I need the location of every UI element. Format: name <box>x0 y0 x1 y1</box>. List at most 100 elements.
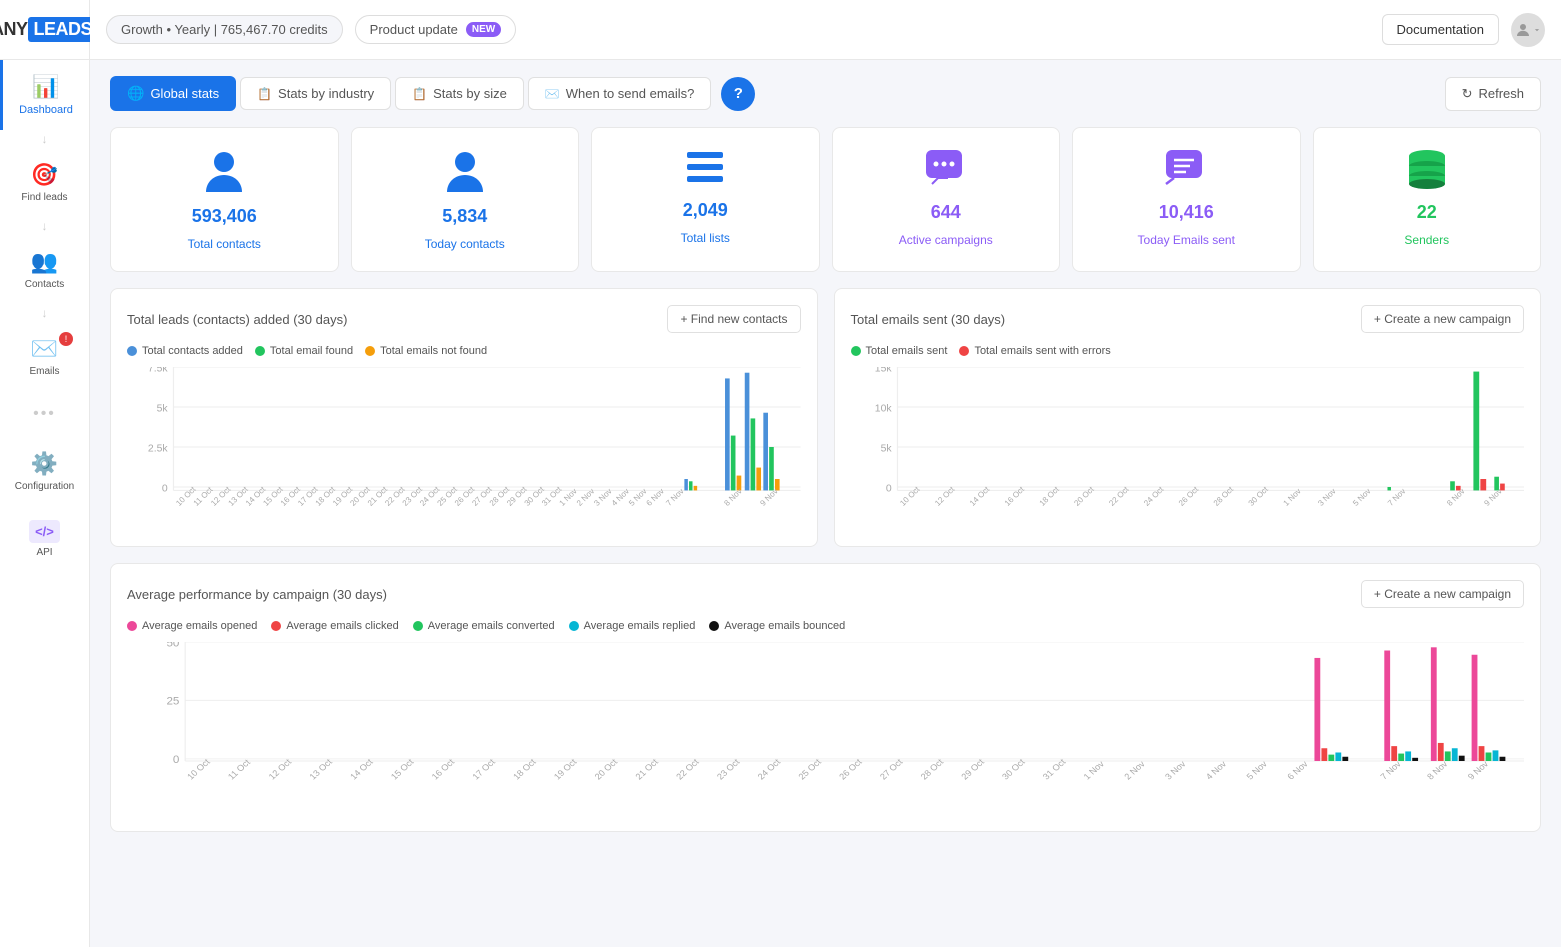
svg-text:1 Nov: 1 Nov <box>1082 759 1107 782</box>
svg-text:14 Oct: 14 Oct <box>348 757 375 782</box>
stat-label: Today contacts <box>425 237 505 251</box>
stat-card-today-emails: 10,416 Today Emails sent <box>1072 127 1301 272</box>
stat-label: Senders <box>1404 233 1449 247</box>
svg-text:24 Oct: 24 Oct <box>1142 484 1166 507</box>
svg-text:22 Oct: 22 Oct <box>674 757 701 782</box>
svg-text:4 Nov: 4 Nov <box>1204 759 1229 782</box>
legend-avg-replied: Average emails replied <box>569 620 696 632</box>
svg-text:20 Oct: 20 Oct <box>1072 484 1096 507</box>
chart-svg-3: 50 25 0 <box>127 642 1524 812</box>
sidebar-item-dashboard[interactable]: 📊 Dashboard <box>0 60 89 130</box>
chart-panel-performance: Average performance by campaign (30 days… <box>110 563 1541 832</box>
legend-label: Total contacts added <box>142 345 243 357</box>
legend-dot <box>851 346 861 356</box>
emails-notif-badge: ! <box>59 332 73 346</box>
legend-email-not-found: Total emails not found <box>365 345 487 357</box>
emails-icon: ✉️ <box>31 336 58 362</box>
legend-dot <box>255 346 265 356</box>
arrow-down-2: ↓ <box>42 217 48 235</box>
svg-text:28 Oct: 28 Oct <box>1211 484 1235 507</box>
find-new-contacts-button[interactable]: + Find new contacts <box>667 305 800 333</box>
svg-text:2 Nov: 2 Nov <box>1122 759 1147 782</box>
help-button[interactable]: ? <box>721 77 755 111</box>
svg-text:6 Nov: 6 Nov <box>1285 759 1310 782</box>
more-icon: ••• <box>33 405 56 423</box>
sidebar-item-contacts[interactable]: 👥 Contacts <box>0 235 89 304</box>
stat-number: 10,416 <box>1159 202 1214 223</box>
findleads-icon: 🎯 <box>31 162 58 188</box>
legend-dot <box>365 346 375 356</box>
legend-avg-bounced: Average emails bounced <box>709 620 845 632</box>
create-campaign-button-1[interactable]: + Create a new campaign <box>1361 305 1524 333</box>
stats-cards-grid: 593,406 Total contacts 5,834 Today conta… <box>110 127 1541 272</box>
svg-text:25 Oct: 25 Oct <box>796 757 823 782</box>
global-stats-icon: 🌐 <box>127 85 144 102</box>
legend-label: Average emails opened <box>142 620 257 632</box>
svg-text:0: 0 <box>173 755 179 766</box>
legend-contacts-added: Total contacts added <box>127 345 243 357</box>
product-update-label: Product update <box>370 22 458 37</box>
email-icon: ✉️ <box>545 87 560 101</box>
chart-legend-3: Average emails opened Average emails cli… <box>127 620 1524 632</box>
refresh-button[interactable]: ↻ Refresh <box>1445 77 1541 111</box>
new-badge: NEW <box>466 22 501 37</box>
tab-when-to-send[interactable]: ✉️ When to send emails? <box>528 77 712 110</box>
svg-text:7 Nov: 7 Nov <box>1378 759 1403 782</box>
chart-header-leads: Total leads (contacts) added (30 days) +… <box>127 305 801 333</box>
svg-text:13 Oct: 13 Oct <box>307 757 334 782</box>
svg-text:16 Oct: 16 Oct <box>1002 484 1026 507</box>
tab-global-stats[interactable]: 🌐 Global stats <box>110 76 236 111</box>
chat-icon-2 <box>1164 148 1208 192</box>
svg-text:50: 50 <box>166 642 179 649</box>
person-icon-1 <box>204 148 244 196</box>
top-header: Growth • Yearly | 765,467.70 credits Pro… <box>90 0 1561 60</box>
legend-dot <box>127 346 137 356</box>
svg-text:7.5k: 7.5k <box>148 367 169 375</box>
arrow-down-3: ↓ <box>42 304 48 322</box>
sidebar-item-api[interactable]: </> API <box>0 506 89 572</box>
sidebar-item-emails[interactable]: ✉️ ! Emails <box>0 322 89 391</box>
app-container: ANYLEADS 📊 Dashboard ↓ 🎯 Find leads ↓ 👥 … <box>0 0 1561 947</box>
svg-text:2.5k: 2.5k <box>148 444 169 455</box>
chat-icon-1 <box>924 148 968 192</box>
svg-text:3 Nov: 3 Nov <box>1163 759 1188 782</box>
svg-text:31 Oct: 31 Oct <box>1041 757 1068 782</box>
user-avatar[interactable] <box>1511 13 1545 47</box>
legend-emails-sent: Total emails sent <box>851 345 948 357</box>
svg-text:12 Oct: 12 Oct <box>267 757 294 782</box>
stat-card-today-contacts: 5,834 Today contacts <box>351 127 580 272</box>
sidebar-item-config[interactable]: ⚙️ Configuration <box>0 437 89 506</box>
svg-text:9 Nov: 9 Nov <box>1466 759 1491 782</box>
svg-text:23 Oct: 23 Oct <box>715 757 742 782</box>
tab-stats-by-industry[interactable]: 📋 Stats by industry <box>240 77 391 110</box>
stat-number: 644 <box>931 202 961 223</box>
legend-dot <box>127 621 137 631</box>
tab-label: Global stats <box>150 86 219 101</box>
sidebar-item-more[interactable]: ••• <box>0 391 89 437</box>
logo-leads: LEADS <box>28 17 99 42</box>
legend-avg-opened: Average emails opened <box>127 620 257 632</box>
legend-emails-errors: Total emails sent with errors <box>959 345 1110 357</box>
person-icon-2 <box>445 148 485 196</box>
svg-text:25: 25 <box>166 696 179 707</box>
sidebar-item-findleads[interactable]: 🎯 Find leads <box>0 148 89 217</box>
svg-text:20 Oct: 20 Oct <box>593 757 620 782</box>
refresh-icon: ↻ <box>1462 86 1473 102</box>
main-area: Growth • Yearly | 765,467.70 credits Pro… <box>90 0 1561 947</box>
plan-info: Growth • Yearly | 765,467.70 credits <box>106 15 343 44</box>
legend-email-found: Total email found <box>255 345 353 357</box>
documentation-button[interactable]: Documentation <box>1382 14 1499 45</box>
svg-text:18 Oct: 18 Oct <box>1037 484 1061 507</box>
tab-stats-by-size[interactable]: 📋 Stats by size <box>395 77 524 110</box>
content-area: 🌐 Global stats 📋 Stats by industry 📋 Sta… <box>90 60 1561 947</box>
config-icon: ⚙️ <box>31 451 58 477</box>
stat-number: 2,049 <box>683 200 728 221</box>
svg-text:19 Oct: 19 Oct <box>552 757 579 782</box>
create-campaign-button-2[interactable]: + Create a new campaign <box>1361 580 1524 608</box>
svg-text:0: 0 <box>162 484 168 495</box>
legend-dot <box>709 621 719 631</box>
contacts-icon: 👥 <box>31 249 58 275</box>
tab-bar: 🌐 Global stats 📋 Stats by industry 📋 Sta… <box>110 76 1541 111</box>
svg-text:8 Nov: 8 Nov <box>1425 759 1450 782</box>
chart-title-performance: Average performance by campaign (30 days… <box>127 587 387 602</box>
